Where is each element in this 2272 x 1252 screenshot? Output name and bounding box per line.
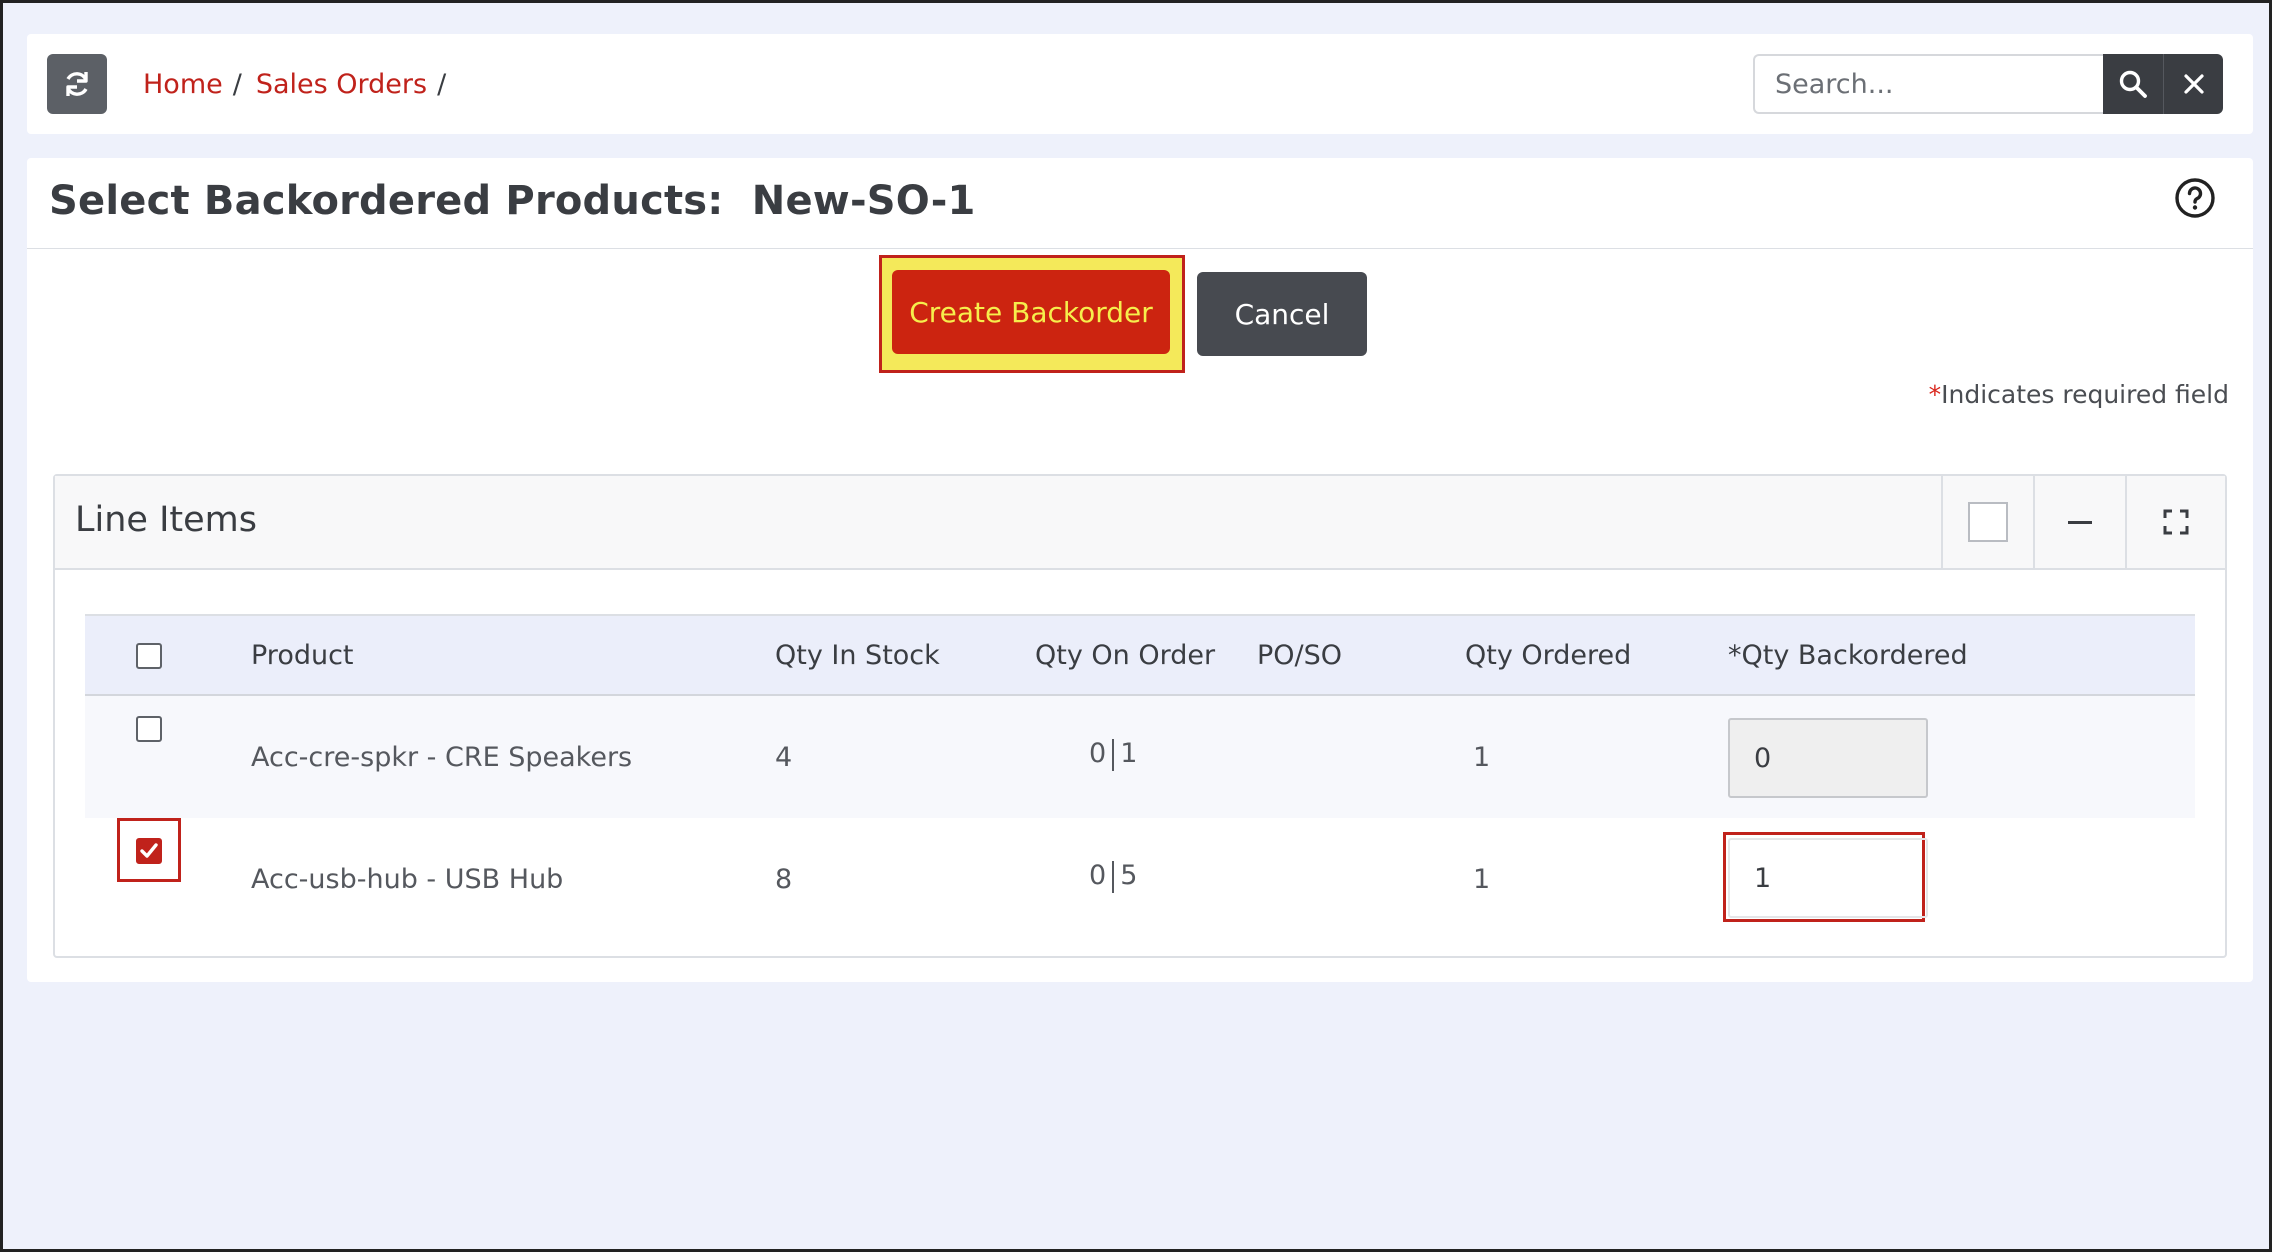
page-title-prefix: Select Backordered Products: [49,178,724,224]
qty-backordered-input[interactable]: 1 [1728,838,1928,918]
select-all-checkbox[interactable] [136,643,162,669]
create-backorder-highlight: Create Backorder [879,255,1185,373]
search-icon [2119,70,2147,98]
minimize-icon [2068,520,2092,524]
qty-ordered: 1 [1473,864,1491,895]
qty-on-order: 01 [1089,738,1137,771]
checkmark-icon [140,843,158,858]
column-header-qty-ordered: Qty Ordered [1465,640,1632,671]
on-order-value: 0 [1089,738,1107,769]
search-button[interactable] [2103,54,2163,114]
breadcrumb-separator: / [437,68,447,100]
table-row: Acc-cre-spkr - CRE Speakers 4 01 1 0 [85,696,2195,818]
pipe-divider [1112,738,1115,771]
breadcrumb-home[interactable]: Home [143,69,223,100]
column-header-po-so: PO/SO [1257,640,1343,671]
row-checkbox[interactable] [136,716,162,742]
row-checkbox[interactable] [136,838,162,864]
page-title-order: New-SO-1 [751,178,976,224]
main-card: Select Backordered Products: New-SO-1 Cr… [27,158,2253,982]
qty-ordered: 1 [1473,742,1491,773]
panel-expand-button[interactable] [2125,476,2225,568]
close-icon [2183,74,2204,94]
top-bar: Home / Sales Orders / [27,34,2253,134]
qty-in-stock: 4 [775,742,793,773]
line-items-panel: Line Items Product Qty In Stock Qty On O… [53,474,2227,958]
pipe-divider [1112,860,1115,893]
title-divider [27,248,2253,249]
on-order-value: 0 [1089,860,1107,891]
search-bar [1753,54,2223,114]
panel-header: Line Items [55,476,2225,570]
qty-on-order: 05 [1089,860,1137,893]
search-input[interactable] [1753,54,2103,114]
panel-select-button[interactable] [1941,476,2033,568]
product-name: Acc-cre-spkr - CRE Speakers [251,742,633,773]
cancel-button[interactable]: Cancel [1197,272,1367,356]
create-backorder-button[interactable]: Create Backorder [892,270,1170,354]
required-text: Indicates required field [1941,380,2229,409]
line-items-table: Product Qty In Stock Qty On Order PO/SO … [85,614,2195,940]
panel-title: Line Items [75,500,257,540]
required-field-note: *Indicates required field [1929,380,2229,409]
required-star: * [1928,380,1942,409]
help-icon[interactable] [2173,176,2217,220]
breadcrumb-separator: / [232,68,242,100]
column-header-qty-in-stock: Qty In Stock [775,640,940,671]
panel-minimize-button[interactable] [2033,476,2125,568]
breadcrumb-sales-orders[interactable]: Sales Orders [256,69,427,100]
on-order-value: 5 [1120,860,1138,891]
on-order-value: 1 [1120,738,1138,769]
expand-icon [2163,509,2189,535]
qty-in-stock: 8 [775,864,793,895]
page-title: Select Backordered Products: New-SO-1 [49,178,976,224]
column-header-product: Product [251,640,354,671]
table-row: Acc-usb-hub - USB Hub 8 05 1 1 [85,818,2195,940]
refresh-button[interactable] [47,54,107,114]
column-header-qty-backordered: *Qty Backordered [1728,640,1968,671]
qty-backordered-input: 0 [1728,718,1928,798]
table-header: Product Qty In Stock Qty On Order PO/SO … [85,614,2195,696]
refresh-icon [66,72,88,96]
breadcrumb: Home / Sales Orders / [143,34,460,134]
product-name: Acc-usb-hub - USB Hub [251,864,564,895]
clear-search-button[interactable] [2163,54,2223,114]
column-header-qty-on-order: Qty On Order [1035,640,1216,671]
select-icon [1968,502,2008,542]
